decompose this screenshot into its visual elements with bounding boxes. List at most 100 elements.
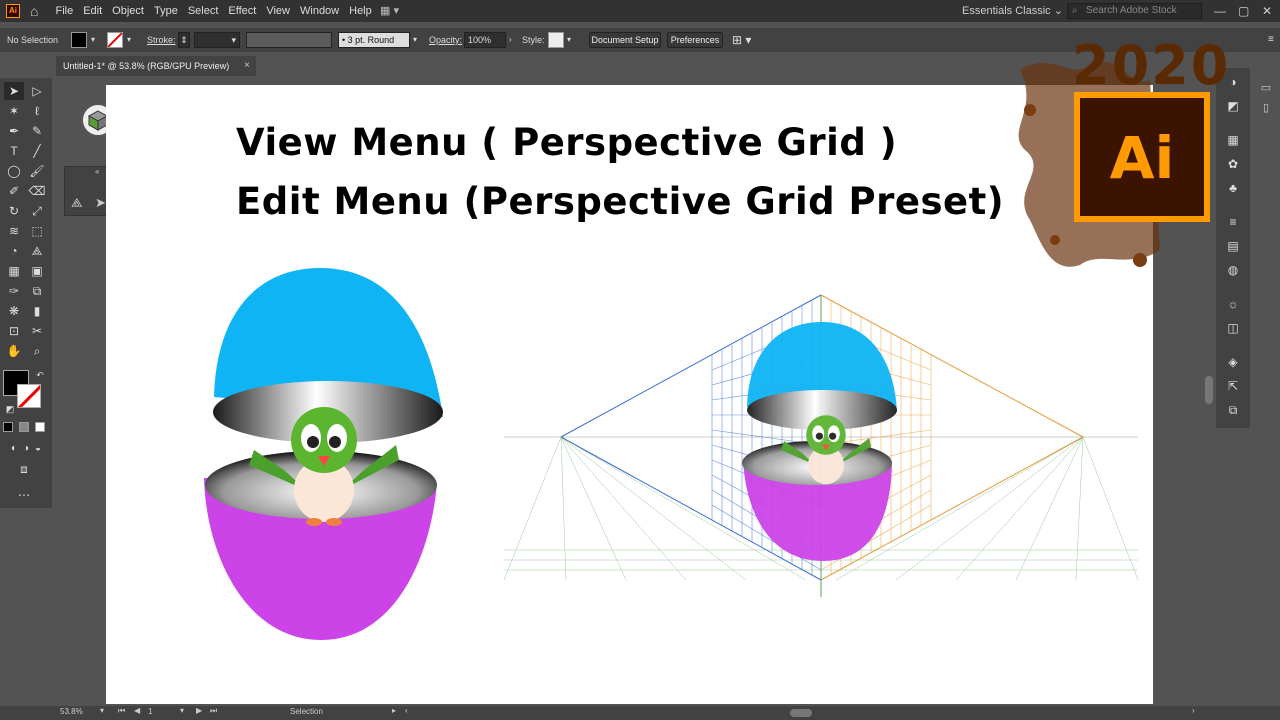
symbols-icon[interactable]: ♣ <box>1224 180 1242 196</box>
stroke-panel-icon[interactable]: ≡ <box>1224 214 1242 230</box>
egg-right[interactable] <box>742 322 897 561</box>
guide-panel-icon[interactable]: ◩ <box>1224 98 1242 114</box>
width-tool-icon[interactable]: ≋ <box>4 222 24 240</box>
menu-view[interactable]: View <box>261 0 295 22</box>
hand-tool-icon[interactable]: ✋ <box>4 342 24 360</box>
shape-builder-icon[interactable]: ◔ <box>4 242 24 260</box>
swap-colors-icon[interactable]: ↶ <box>30 366 50 384</box>
minimize-icon[interactable]: — <box>1214 0 1226 22</box>
chevron-right-icon[interactable]: › <box>509 28 512 52</box>
blend-tool-icon[interactable]: ⧉ <box>27 282 47 300</box>
stroke-weight-field[interactable]: ▾ <box>194 32 240 48</box>
eraser-icon[interactable]: ⌫ <box>27 182 47 200</box>
draw-inside-icon[interactable]: ◒ <box>28 440 48 458</box>
screen-mode-icon[interactable]: ⧈ <box>14 460 34 478</box>
scale-tool-icon[interactable]: ⤢ <box>27 202 47 220</box>
side-panel-icons[interactable]: ▭ ▯ <box>1258 78 1274 118</box>
graphic-styles-icon[interactable]: ◫ <box>1224 320 1242 336</box>
horizontal-scroll-thumb[interactable] <box>790 709 812 717</box>
column-graph-icon[interactable]: ▮ <box>27 302 47 320</box>
menu-edit[interactable]: Edit <box>78 0 107 22</box>
fill-swatch[interactable] <box>71 32 87 48</box>
chevron-down-icon[interactable]: ▾ <box>567 28 571 52</box>
scroll-left-icon[interactable]: ‹ <box>405 706 408 715</box>
artboard[interactable]: View Menu ( Perspective Grid ) Edit Menu… <box>106 85 1153 704</box>
default-colors-icon[interactable]: ◩ <box>0 400 20 418</box>
chevron-down-icon[interactable]: ▾ <box>413 28 417 52</box>
chevron-down-icon[interactable]: ▾ <box>91 28 95 52</box>
stroke-label[interactable]: Stroke: <box>147 28 176 52</box>
artboards-icon[interactable]: ⧉ <box>1224 402 1242 418</box>
first-artboard-icon[interactable]: ⏮ <box>118 706 125 716</box>
selection-tool-icon[interactable]: ➤ <box>4 82 24 100</box>
slice-tool-icon[interactable]: ✂ <box>27 322 47 340</box>
curvature-tool-icon[interactable]: ✎ <box>27 122 47 140</box>
document-setup-button[interactable]: Document Setup <box>589 32 661 48</box>
menu-help[interactable]: Help <box>344 0 377 22</box>
swatches-icon[interactable]: ▦ <box>1224 132 1242 148</box>
arrange-documents-icon[interactable]: ▦ ▾ <box>380 4 399 17</box>
direct-selection-tool-icon[interactable]: ▷ <box>27 82 47 100</box>
menu-window[interactable]: Window <box>295 0 344 22</box>
workspace-switcher[interactable]: Essentials Classic ⌄ <box>962 0 1063 22</box>
menu-select[interactable]: Select <box>183 0 224 22</box>
symbol-sprayer-icon[interactable]: ❋ <box>4 302 24 320</box>
color-mode-icon[interactable] <box>3 422 13 432</box>
brush-definition[interactable]: • 3 pt. Round <box>338 32 410 48</box>
chevron-right-icon[interactable]: ▸ <box>392 706 396 715</box>
artboard-tool-icon[interactable]: ⊡ <box>4 322 24 340</box>
stroke-swatch[interactable] <box>107 32 123 48</box>
gradient-tool-icon[interactable]: ▣ <box>27 262 47 280</box>
stroke-stepper[interactable]: ⇕ <box>178 32 190 48</box>
brushes-icon[interactable]: ✿ <box>1224 156 1242 172</box>
search-input[interactable]: ⌕ Search Adobe Stock <box>1067 3 1202 19</box>
menu-file[interactable]: File <box>50 0 78 22</box>
perspective-grid-tool-icon[interactable]: ⟁ <box>71 195 83 211</box>
lasso-icon[interactable]: ℓ <box>27 102 47 120</box>
perspective-grid-icon[interactable]: ⟁ <box>27 242 47 260</box>
variable-width-profile[interactable] <box>246 32 332 48</box>
zoom-tool-icon[interactable]: ⌕ <box>27 342 47 360</box>
home-icon[interactable]: ⌂ <box>30 3 38 19</box>
ellipse-tool-icon[interactable]: ◯ <box>4 162 24 180</box>
collapse-icon[interactable]: « <box>95 167 99 176</box>
mesh-tool-icon[interactable]: ▦ <box>4 262 24 280</box>
scroll-right-icon[interactable]: › <box>1192 706 1195 715</box>
appearance-icon[interactable]: ☼ <box>1224 296 1242 312</box>
chevron-down-icon[interactable]: ▾ <box>127 28 131 52</box>
chevron-down-icon[interactable]: ▾ <box>100 706 104 715</box>
style-swatch[interactable] <box>548 32 564 48</box>
gradient-panel-icon[interactable]: ▤ <box>1224 238 1242 254</box>
align-icon[interactable]: ⊞ ▾ <box>732 28 751 52</box>
menu-type[interactable]: Type <box>149 0 183 22</box>
menu-object[interactable]: Object <box>107 0 149 22</box>
free-transform-icon[interactable]: ⬚ <box>27 222 47 240</box>
layers-icon[interactable]: ◈ <box>1224 354 1242 370</box>
none-mode-icon[interactable] <box>35 422 45 432</box>
rotate-tool-icon[interactable]: ↻ <box>4 202 24 220</box>
scroll-thumb[interactable] <box>1205 376 1213 404</box>
type-tool-icon[interactable]: T <box>4 142 24 160</box>
next-artboard-icon[interactable]: ▶ <box>196 706 202 715</box>
close-window-icon[interactable]: ✕ <box>1262 0 1272 22</box>
gradient-mode-icon[interactable] <box>19 422 29 432</box>
eyedropper-icon[interactable]: ✑ <box>4 282 24 300</box>
opacity-label[interactable]: Opacity: <box>429 28 462 52</box>
more-tools-icon[interactable]: ⋯ <box>14 486 34 504</box>
maximize-icon[interactable]: ▢ <box>1238 0 1249 22</box>
asset-export-icon[interactable]: ⇱ <box>1224 378 1242 394</box>
opacity-field[interactable]: 100% <box>464 32 506 48</box>
artboard-number[interactable]: 1 <box>148 707 152 716</box>
chevron-down-icon[interactable]: ▾ <box>180 706 184 715</box>
shaper-tool-icon[interactable]: ✐ <box>4 182 24 200</box>
line-tool-icon[interactable]: ╱ <box>27 142 47 160</box>
transparency-icon[interactable]: ◍ <box>1224 262 1242 278</box>
document-tab[interactable]: Untitled-1* @ 53.8% (RGB/GPU Preview) × <box>56 56 256 76</box>
preferences-button[interactable]: Preferences <box>667 32 723 48</box>
close-tab-icon[interactable]: × <box>244 56 250 76</box>
last-artboard-icon[interactable]: ⏭ <box>210 706 217 716</box>
paintbrush-icon[interactable]: 🖌 <box>27 162 47 180</box>
previous-artboard-icon[interactable]: ◀ <box>134 706 140 715</box>
egg-left[interactable] <box>204 268 443 640</box>
zoom-level[interactable]: 53.8% <box>60 707 83 716</box>
